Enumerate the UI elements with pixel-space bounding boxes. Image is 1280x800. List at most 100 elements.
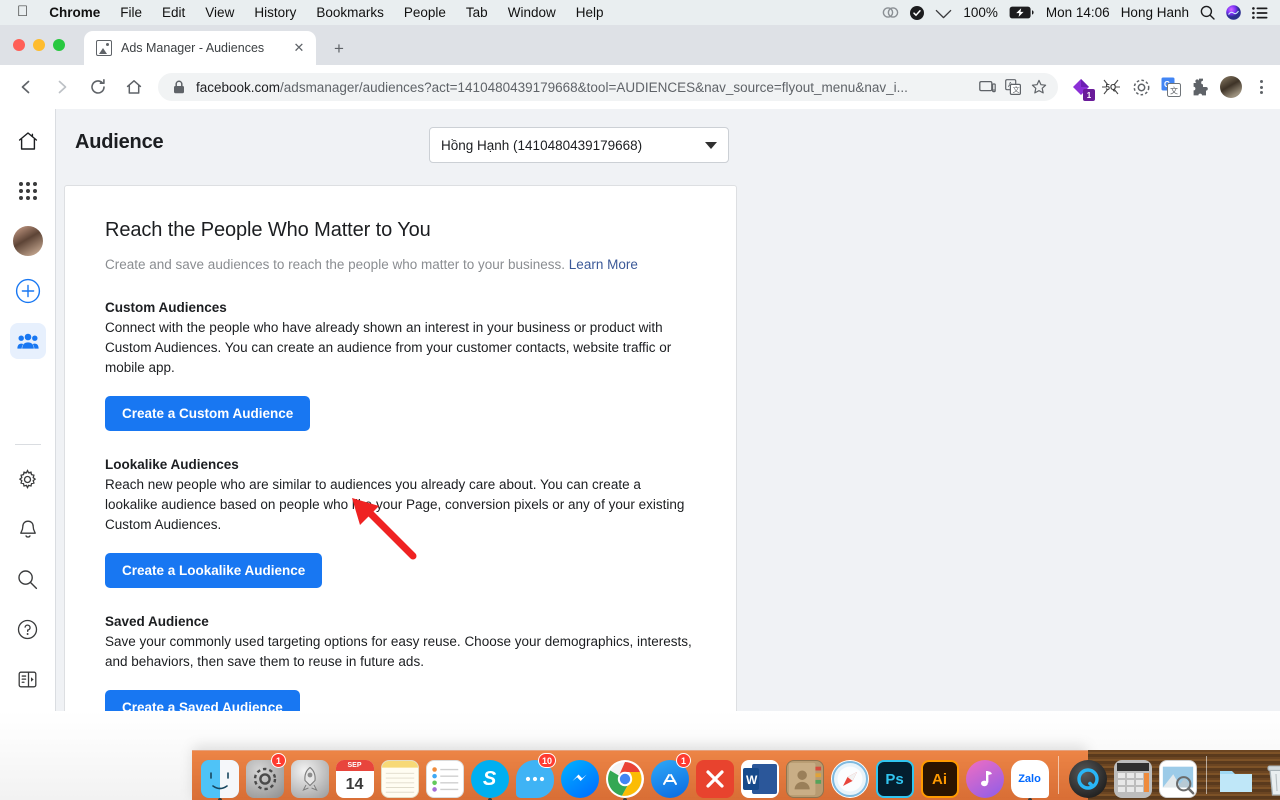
learn-more-link[interactable]: Learn More: [569, 257, 638, 272]
dock-item-downloads-folder[interactable]: [1214, 755, 1257, 798]
dock-item-system-preferences[interactable]: 1: [243, 753, 286, 798]
dock-item-photoshop[interactable]: Ps: [873, 755, 916, 798]
macos-dock: 1 SEP 14 S 10 1 W Ps Ai Zalo: [192, 750, 1280, 800]
dock-item-zalo[interactable]: Zalo: [1008, 755, 1051, 800]
dock-item-chrome[interactable]: [603, 755, 646, 800]
dock-item-illustrator[interactable]: Ai: [918, 755, 961, 798]
tab-title: Ads Manager - Audiences: [121, 41, 265, 55]
trash-icon: [1262, 760, 1280, 798]
finder-icon: [200, 760, 239, 798]
window-controls: [13, 39, 65, 51]
dock-item-preview[interactable]: [1156, 755, 1199, 798]
checkmark-circle-icon[interactable]: [910, 5, 925, 20]
sidebar-item-collapse-panel[interactable]: [10, 661, 46, 697]
dock-item-launchpad[interactable]: [288, 755, 331, 798]
maximize-window-button[interactable]: [53, 39, 65, 51]
menu-item-bookmarks[interactable]: Bookmarks: [306, 5, 394, 20]
dock-item-contacts[interactable]: [783, 755, 826, 798]
dock-item-trash[interactable]: [1259, 755, 1280, 798]
create-custom-audience-button[interactable]: Create a Custom Audience: [105, 396, 311, 431]
dock-item-xmind[interactable]: [693, 755, 736, 798]
dock-item-calculator[interactable]: [1111, 755, 1154, 798]
dock-item-app-store[interactable]: 1: [648, 753, 691, 798]
arrow-forward-icon[interactable]: [47, 72, 77, 102]
calendar-icon: SEP 14: [335, 760, 374, 798]
page-viewport: Audience Hồng Hạnh (1410480439179668) Re…: [0, 109, 1280, 711]
puzzle-extensions-icon[interactable]: [1188, 74, 1214, 100]
sidebar-item-home[interactable]: [10, 123, 46, 159]
dock-item-messages[interactable]: 10: [513, 753, 556, 798]
new-tab-button[interactable]: +: [328, 38, 350, 60]
menu-bar-clock[interactable]: Mon 14:06: [1046, 5, 1110, 20]
dock-item-itunes[interactable]: [963, 755, 1006, 798]
sidebar-item-help[interactable]: [10, 611, 46, 647]
menu-item-tab[interactable]: Tab: [456, 5, 498, 20]
arrow-back-icon[interactable]: [11, 72, 41, 102]
lock-icon[interactable]: [173, 80, 185, 94]
browser-tab[interactable]: Ads Manager - Audiences ✕: [84, 31, 316, 65]
svg-text:W: W: [746, 773, 758, 787]
close-window-button[interactable]: [13, 39, 25, 51]
dock-item-finder[interactable]: [198, 755, 241, 800]
ad-account-selector[interactable]: Hồng Hạnh (1410480439179668): [429, 127, 729, 163]
card-heading: Reach the People Who Matter to You: [105, 219, 431, 241]
sidebar-item-audiences[interactable]: [9, 323, 46, 359]
menu-item-chrome[interactable]: Chrome: [39, 5, 110, 20]
close-icon[interactable]: ✕: [290, 39, 308, 57]
sidebar-item-notifications[interactable]: [10, 511, 46, 547]
translate-icon[interactable]: A 文: [1001, 75, 1025, 99]
dock-item-quicktime[interactable]: [1066, 755, 1109, 798]
battery-charging-icon[interactable]: [1009, 6, 1035, 19]
ads-manager-favicon: [96, 40, 112, 56]
dock-item-calendar[interactable]: SEP 14: [333, 755, 376, 798]
reload-icon[interactable]: [83, 72, 113, 102]
gear-extension-icon[interactable]: [1128, 74, 1154, 100]
notification-center-icon[interactable]: [1252, 6, 1268, 19]
sidebar-item-account-avatar[interactable]: [10, 223, 46, 259]
address-bar[interactable]: facebook.com/adsmanager/audiences?act=14…: [158, 73, 1058, 101]
macos-menu-bar:  Chrome File Edit View History Bookmark…: [0, 0, 1280, 25]
star-icon[interactable]: [1027, 75, 1051, 99]
menu-bar-username[interactable]: Hong Hanh: [1121, 5, 1189, 20]
profile-avatar[interactable]: [1218, 74, 1244, 100]
seo-quake-extension-icon[interactable]: 5Q: [1098, 74, 1124, 100]
menu-item-window[interactable]: Window: [498, 5, 566, 20]
menu-item-file[interactable]: File: [110, 5, 152, 20]
menu-item-edit[interactable]: Edit: [152, 5, 195, 20]
menu-item-history[interactable]: History: [244, 5, 306, 20]
menu-bar-status-area: 100% Mon 14:06 Hong Hanh: [882, 5, 1272, 20]
sidebar-item-create[interactable]: [10, 273, 46, 309]
sidebar-item-all-tools[interactable]: [10, 173, 46, 209]
minimize-window-button[interactable]: [33, 39, 45, 51]
creative-cloud-icon[interactable]: [882, 6, 899, 19]
dock-item-reminders[interactable]: [423, 755, 466, 798]
safari-icon: [830, 760, 869, 798]
sidebar-item-search[interactable]: [10, 561, 46, 597]
purple-diamond-extension-icon[interactable]: 1: [1068, 74, 1095, 101]
spotlight-search-icon[interactable]: [1200, 5, 1215, 20]
apple-logo-icon[interactable]: : [8, 4, 39, 21]
create-saved-audience-button[interactable]: Create a Saved Audience: [105, 690, 300, 711]
wifi-icon[interactable]: [935, 6, 952, 19]
dock-item-word[interactable]: W: [738, 755, 781, 798]
menu-item-help[interactable]: Help: [566, 5, 614, 20]
google-translate-extension-icon[interactable]: G 文: [1158, 74, 1184, 100]
create-lookalike-audience-button[interactable]: Create a Lookalike Audience: [105, 553, 323, 588]
dock-item-messenger[interactable]: [558, 755, 601, 798]
cast-icon[interactable]: [975, 75, 999, 99]
dock-item-skype[interactable]: S: [468, 755, 511, 800]
dock-item-notes[interactable]: [378, 755, 421, 798]
home-icon[interactable]: [119, 72, 149, 102]
xmind-icon: [695, 760, 734, 798]
menu-item-people[interactable]: People: [394, 5, 456, 20]
svg-text:文: 文: [1170, 85, 1178, 95]
avatar: [12, 226, 43, 256]
siri-icon[interactable]: [1226, 5, 1241, 20]
url-domain: facebook.com: [196, 79, 281, 95]
dock-item-safari[interactable]: [828, 755, 871, 798]
three-dot-menu-icon[interactable]: [1250, 80, 1272, 94]
dock-badge-count: 10: [537, 753, 556, 768]
sidebar-item-settings[interactable]: [10, 461, 46, 497]
menu-item-view[interactable]: View: [195, 5, 244, 20]
section-title: Lookalike Audiences: [105, 457, 239, 472]
